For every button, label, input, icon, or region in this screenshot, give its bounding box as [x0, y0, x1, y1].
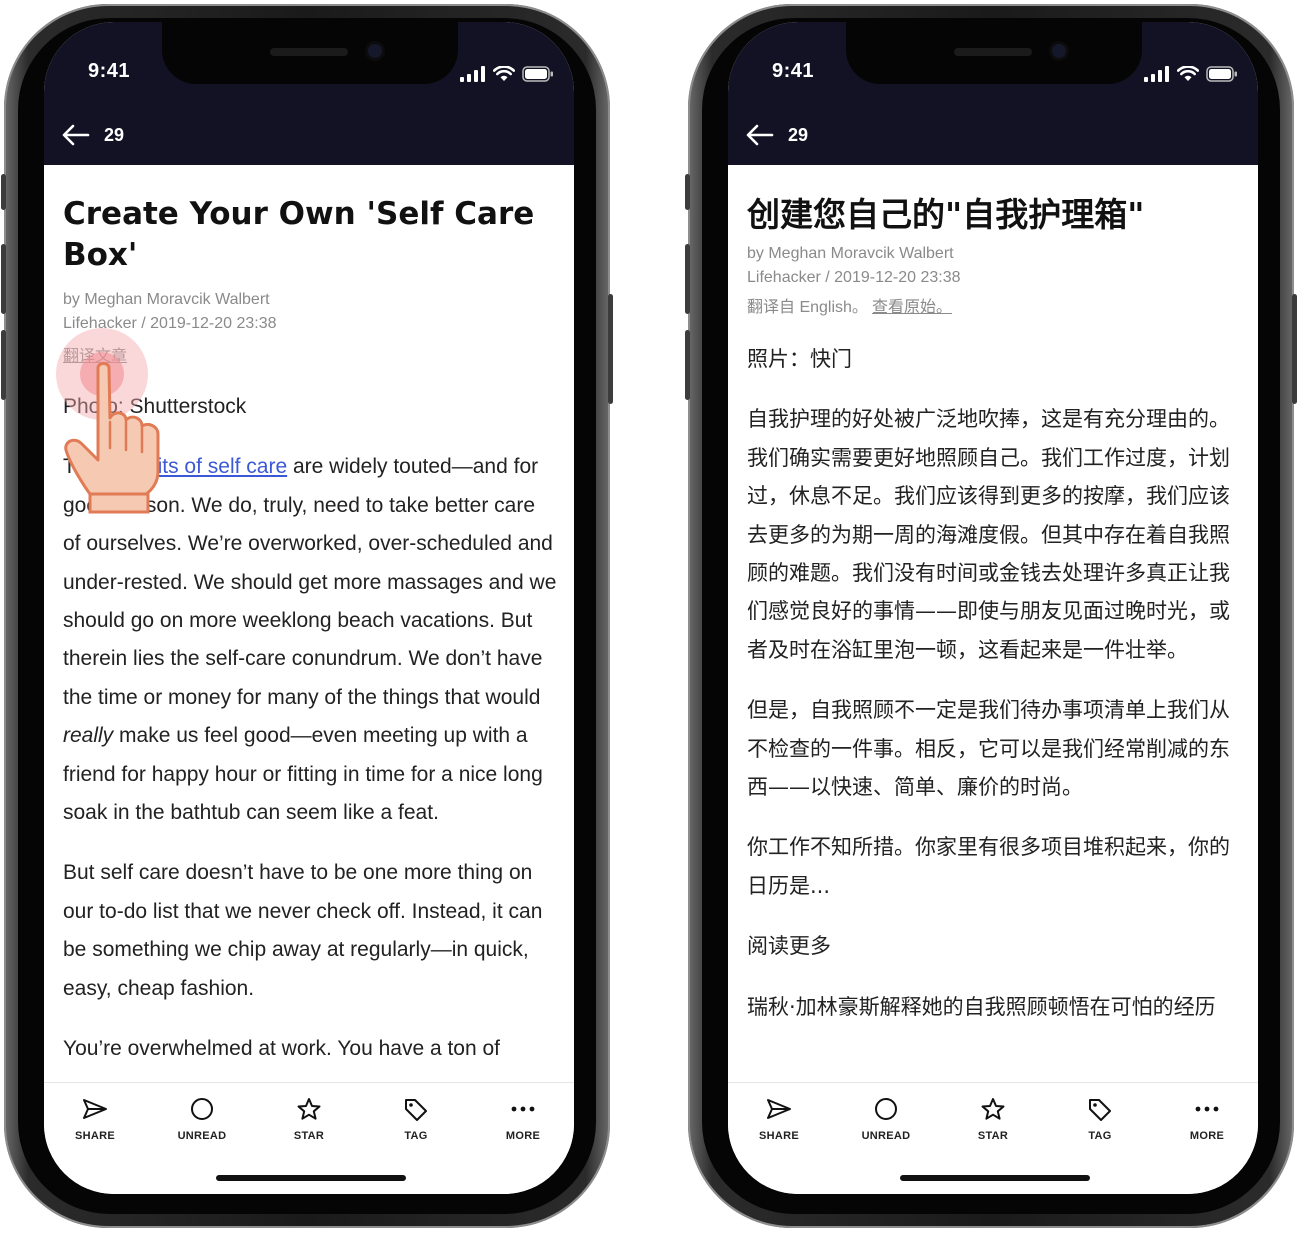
side-button: [608, 294, 613, 404]
volume-up-button: [1, 244, 6, 314]
emphasis-text: really: [63, 724, 114, 748]
more-label: MORE: [505, 1130, 541, 1142]
app-header: 9:41 29: [44, 22, 574, 165]
article-content: 创建您自己的"自我护理箱" by Meghan Moravcik Walbert…: [747, 194, 1242, 1026]
mute-switch: [1, 174, 6, 210]
star-button[interactable]: STAR: [953, 1097, 1033, 1142]
volume-down-button: [685, 330, 690, 400]
status-time: 9:41: [88, 60, 131, 82]
article-paragraph: 但是，自我照顾不一定是我们待办事项清单上我们从不检查的一件事。相反，它可以是我们…: [747, 698, 1230, 800]
arrow-left-icon[interactable]: [62, 124, 90, 146]
star-label: STAR: [977, 1130, 1009, 1142]
cellular-signal-icon: [460, 66, 485, 82]
article-byline: by Meghan Moravcik Walbert: [63, 291, 270, 308]
mute-switch: [685, 174, 690, 210]
circle-icon: [191, 1098, 213, 1120]
star-button[interactable]: STAR: [269, 1097, 349, 1142]
tag-label: TAG: [404, 1130, 428, 1142]
phone-right: 9:41 29 创建您自己的"自我护理箱" by Meghan Moravcik…: [685, 4, 1298, 1232]
tag-icon: [1089, 1099, 1111, 1121]
read-more-heading: 阅读更多: [747, 934, 831, 959]
translation-notice: 翻译自 English。 查看原始。: [747, 296, 1242, 320]
home-indicator[interactable]: [216, 1175, 406, 1181]
article-paragraph: 瑞秋·加林豪斯解释她的自我照顾顿悟在可怕的经历: [747, 988, 1242, 1026]
ellipsis-icon: [1195, 1106, 1219, 1112]
unread-label: UNREAD: [861, 1130, 911, 1142]
nav-bar: 29: [62, 120, 124, 150]
photo-credit: 照片：快门: [747, 347, 852, 371]
article-paragraph: 自我护理的好处被广泛地吹捧，这是有充分理由的。我们确实需要更好地照顾自己。我们工…: [747, 407, 1230, 662]
unread-label: UNREAD: [177, 1130, 227, 1142]
speaker: [954, 48, 1032, 56]
pointing-hand-icon: [56, 328, 160, 514]
article-title: 创建您自己的"自我护理箱": [747, 195, 1145, 234]
nav-bar: 29: [746, 120, 808, 150]
article-title: Create Your Own 'Self Care Box': [63, 196, 535, 273]
cellular-signal-icon: [1144, 66, 1169, 82]
status-icons: [460, 66, 554, 82]
speaker: [270, 48, 348, 56]
star-label: STAR: [293, 1130, 325, 1142]
tag-button[interactable]: TAG: [376, 1097, 456, 1142]
side-button: [1292, 294, 1297, 404]
share-button[interactable]: SHARE: [55, 1097, 135, 1142]
home-indicator[interactable]: [900, 1175, 1090, 1181]
article-paragraph: You’re overwhelmed at work. You have a t…: [63, 1037, 501, 1061]
notch: [162, 22, 458, 84]
ellipsis-icon: [511, 1106, 535, 1112]
status-time: 9:41: [772, 60, 815, 82]
article-paragraph: But self care doesn’t have to be one mor…: [63, 861, 543, 1000]
wifi-icon: [493, 66, 515, 81]
arrow-left-icon[interactable]: [746, 124, 774, 146]
app-header: 9:41 29: [728, 22, 1258, 165]
paragraph-text: make us feel good—even meeting up with a…: [63, 724, 543, 825]
article-byline: by Meghan Moravcik Walbert: [747, 245, 954, 262]
notch: [846, 22, 1142, 84]
more-button[interactable]: MORE: [1167, 1097, 1247, 1142]
wifi-icon: [1177, 66, 1199, 81]
screen: 9:41: [728, 22, 1258, 1194]
tag-icon: [405, 1099, 427, 1121]
share-label: SHARE: [74, 1130, 115, 1142]
phone-left: 9:41 29 Create Your Own 'Self Care Box' …: [1, 4, 614, 1232]
translated-from: 翻译自 English。: [747, 299, 868, 316]
paragraph-text: 瑞秋·加林豪斯解释她的自我照顾顿悟在可怕的: [747, 994, 1174, 1019]
share-label: SHARE: [758, 1130, 799, 1142]
volume-up-button: [685, 244, 690, 314]
unread-count: 29: [104, 124, 125, 145]
circle-icon: [875, 1098, 897, 1120]
front-camera: [1052, 44, 1066, 58]
volume-down-button: [1, 330, 6, 400]
tag-label: TAG: [1088, 1130, 1112, 1142]
front-camera: [368, 44, 382, 58]
status-icons: [1144, 66, 1238, 82]
unread-count: 29: [788, 124, 809, 145]
paragraph-text: 经历: [1173, 994, 1216, 1019]
more-button[interactable]: MORE: [483, 1097, 563, 1142]
battery-icon: [1206, 66, 1237, 82]
more-label: MORE: [1189, 1130, 1225, 1142]
star-icon: [297, 1098, 321, 1120]
screen: 9:41: [44, 22, 574, 1194]
battery-icon: [522, 66, 553, 82]
article-paragraph: 你工作不知所措。你家里有很多项目堆积起来，你的日历是...: [747, 835, 1230, 898]
view-original-link[interactable]: 查看原始。: [872, 299, 952, 316]
unread-button[interactable]: UNREAD: [846, 1097, 926, 1142]
article-source: Lifehacker / 2019-12-20 23:38: [747, 269, 961, 286]
share-button[interactable]: SHARE: [739, 1097, 819, 1142]
paper-plane-icon: [767, 1099, 791, 1119]
paper-plane-icon: [83, 1099, 107, 1119]
star-icon: [981, 1098, 1005, 1120]
tag-button[interactable]: TAG: [1060, 1097, 1140, 1142]
unread-button[interactable]: UNREAD: [162, 1097, 242, 1142]
